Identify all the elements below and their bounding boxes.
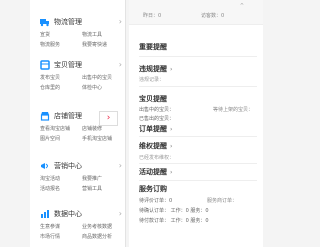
service-row: 服务商订单： [207,198,238,204]
section-header[interactable]: 宝贝管理 [40,59,82,71]
violation-reminder-title[interactable]: 违规提醒 › [139,64,172,74]
rights-published: 已经发布维权： [139,155,175,161]
divider [139,136,257,137]
chevron-right-icon[interactable]: › [119,209,122,218]
service-orders-title: 服务订购 [139,185,167,193]
divider [139,56,257,57]
sidebar-link[interactable]: 查看淘宝店铺 [40,124,82,134]
sidebar-link[interactable]: 活动报名 [40,184,82,194]
sidebar-link[interactable]: 物流服务 [40,40,82,50]
sold-count[interactable]: 已售出的宝贝： [139,115,174,122]
on-sale-count[interactable]: 出售中的宝贝： [139,106,174,113]
yesterday-stat: 昨日：0 [143,13,162,19]
sidebar-link[interactable]: 仓库里的 [40,83,82,93]
section-header[interactable]: 物流管理 [40,16,82,28]
visitors-stat: 访客数：0 [201,13,225,19]
chevron-right-icon[interactable]: › [119,161,122,170]
sidebar-link[interactable]: 业务考核数据 [82,222,124,232]
chevron-right-icon[interactable]: › [119,17,122,26]
section-title: 店铺管理 [54,112,82,120]
stats-header: ⌃ 昨日：0 访客数：0 [129,0,263,25]
sidebar-link[interactable]: 我要寄快递 [82,40,124,50]
box-icon [40,60,50,70]
section-header[interactable]: 店铺管理 [40,110,82,122]
chart-icon [40,209,50,219]
sidebar-link[interactable]: 物流工具 [82,30,124,40]
section-title: 物流管理 [54,18,82,26]
sidebar-link[interactable]: 商品数据分析 [82,232,124,242]
megaphone-icon [40,161,50,171]
section-title: 数据中心 [54,210,82,218]
rights-reminder-title[interactable]: 维权提醒 › [139,141,172,151]
service-row: 待确认订单： 工作：0 服务：0 [139,208,209,214]
order-reminder-title[interactable]: 订单提醒 › [139,124,172,134]
sidebar-link[interactable]: 市场行情 [40,232,82,242]
divider [139,86,257,87]
service-row: 待付款订单： 工作：0 服务：0 [139,218,209,224]
section-header[interactable]: 营销中心 [40,160,82,172]
sidebar-link[interactable]: 生意参谋 [40,222,82,232]
section-title: 宝贝管理 [54,61,82,69]
divider [139,163,257,164]
background-left [0,0,30,247]
sidebar-link[interactable]: 图片空间 [40,134,82,144]
pending-listing-count[interactable]: 等待上架的宝贝： [213,106,253,113]
sidebar-link[interactable]: 宣货 [40,30,82,40]
sidebar-link[interactable]: 淘宝活动 [40,174,82,184]
sidebar-link[interactable]: 出售中的宝贝 [82,73,124,83]
expand-submenu-button[interactable]: › [99,111,118,126]
shop-icon [40,111,50,121]
service-row: 待评价订单：0 [139,198,173,204]
truck-icon [40,17,50,27]
sidebar-link[interactable]: 营销工具 [82,184,124,194]
violation-records: 违规记录： [139,77,165,83]
reminders-heading: 重要提醒 [139,43,167,51]
section-title: 营销中心 [54,162,82,170]
activity-reminder-title[interactable]: 活动提醒 › [139,167,172,177]
sidebar-link[interactable]: 体检中心 [82,83,124,93]
sidebar-link[interactable]: 手机淘宝店铺 [82,134,124,144]
product-reminder-title[interactable]: 宝贝提醒 [139,94,167,104]
main-content: ⌃ 昨日：0 访客数：0 重要提醒 违规提醒 › 违规记录： 宝贝提醒 出售中的宝… [129,0,263,247]
sidebar-link[interactable]: 我要推广 [82,174,124,184]
sidebar-link[interactable]: 发布宝贝 [40,73,82,83]
chevron-right-icon[interactable]: › [119,60,122,69]
chevron-up-icon[interactable]: ⌃ [239,2,245,10]
section-header[interactable]: 数据中心 [40,208,82,220]
chevron-right-icon: › [106,113,111,123]
divider [139,180,257,181]
